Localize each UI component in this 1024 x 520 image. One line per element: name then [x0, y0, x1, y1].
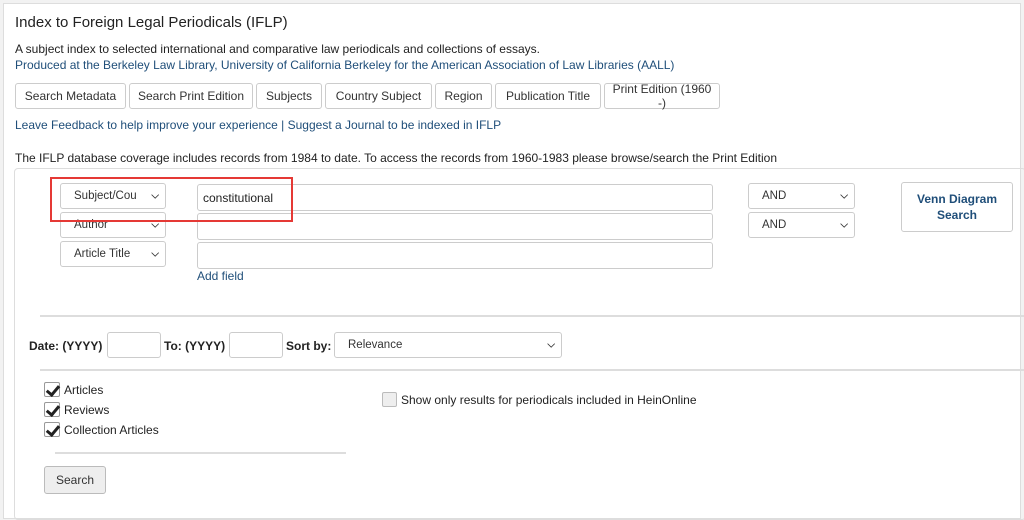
- tab-search-print-edition[interactable]: Search Print Edition: [129, 83, 253, 109]
- tab-search-metadata[interactable]: Search Metadata: [15, 83, 126, 109]
- highlight-box: [50, 177, 293, 222]
- articles-label: Articles: [64, 383, 104, 397]
- search-button[interactable]: Search: [44, 466, 106, 494]
- produced-by: Produced at the Berkeley Law Library, Un…: [15, 58, 675, 72]
- collection-articles-checkbox[interactable]: [44, 422, 60, 437]
- chevron-down-icon: ⌵: [840, 219, 848, 231]
- page-title: Index to Foreign Legal Periodicals (IFLP…: [15, 14, 288, 31]
- tab-country-subject[interactable]: Country Subject: [325, 83, 432, 109]
- search-input-3[interactable]: [197, 242, 713, 269]
- divider: [40, 369, 1024, 371]
- reviews-label: Reviews: [64, 403, 110, 417]
- select-value: Article Title: [74, 248, 131, 260]
- operator-select-1[interactable]: AND ⌵: [748, 183, 855, 209]
- chevron-down-icon: ⌵: [840, 190, 848, 202]
- date-from-input[interactable]: [107, 332, 161, 358]
- tab-region[interactable]: Region: [435, 83, 492, 109]
- sort-select[interactable]: Relevance ⌵: [334, 332, 562, 358]
- divider: [55, 452, 346, 454]
- date-to-input[interactable]: [229, 332, 283, 358]
- chevron-down-icon: ⌵: [151, 248, 159, 260]
- divider: [40, 315, 1024, 317]
- heinonline-label: Show only results for periodicals includ…: [401, 393, 697, 407]
- select-value: Relevance: [348, 339, 403, 351]
- field-select-3[interactable]: Article Title ⌵: [60, 241, 166, 267]
- links-row: Leave Feedback to help improve your expe…: [15, 118, 501, 132]
- separator: |: [277, 118, 288, 132]
- select-value: AND: [762, 190, 787, 202]
- tab-subjects[interactable]: Subjects: [256, 83, 322, 109]
- feedback-link[interactable]: Leave Feedback to help improve your expe…: [15, 118, 278, 132]
- to-label: To: (YYYY): [164, 339, 226, 353]
- subtitle: A subject index to selected internationa…: [15, 42, 540, 56]
- suggest-journal-link[interactable]: Suggest a Journal to be indexed in IFLP: [288, 118, 501, 132]
- collection-articles-label: Collection Articles: [64, 423, 159, 437]
- venn-diagram-search-button[interactable]: Venn Diagram Search: [901, 182, 1013, 232]
- articles-checkbox[interactable]: [44, 382, 60, 397]
- add-field-link[interactable]: Add field: [197, 269, 244, 283]
- operator-select-2[interactable]: AND ⌵: [748, 212, 855, 238]
- chevron-down-icon: ⌵: [547, 339, 555, 351]
- tab-print-edition[interactable]: Print Edition (1960 -): [604, 82, 720, 110]
- coverage-note: The IFLP database coverage includes reco…: [15, 151, 777, 165]
- sort-label: Sort by:: [286, 339, 332, 353]
- date-label: Date: (YYYY): [29, 339, 103, 353]
- reviews-checkbox[interactable]: [44, 402, 60, 417]
- heinonline-checkbox[interactable]: [382, 392, 397, 407]
- select-value: AND: [762, 219, 787, 231]
- tab-publication-title[interactable]: Publication Title: [495, 83, 601, 109]
